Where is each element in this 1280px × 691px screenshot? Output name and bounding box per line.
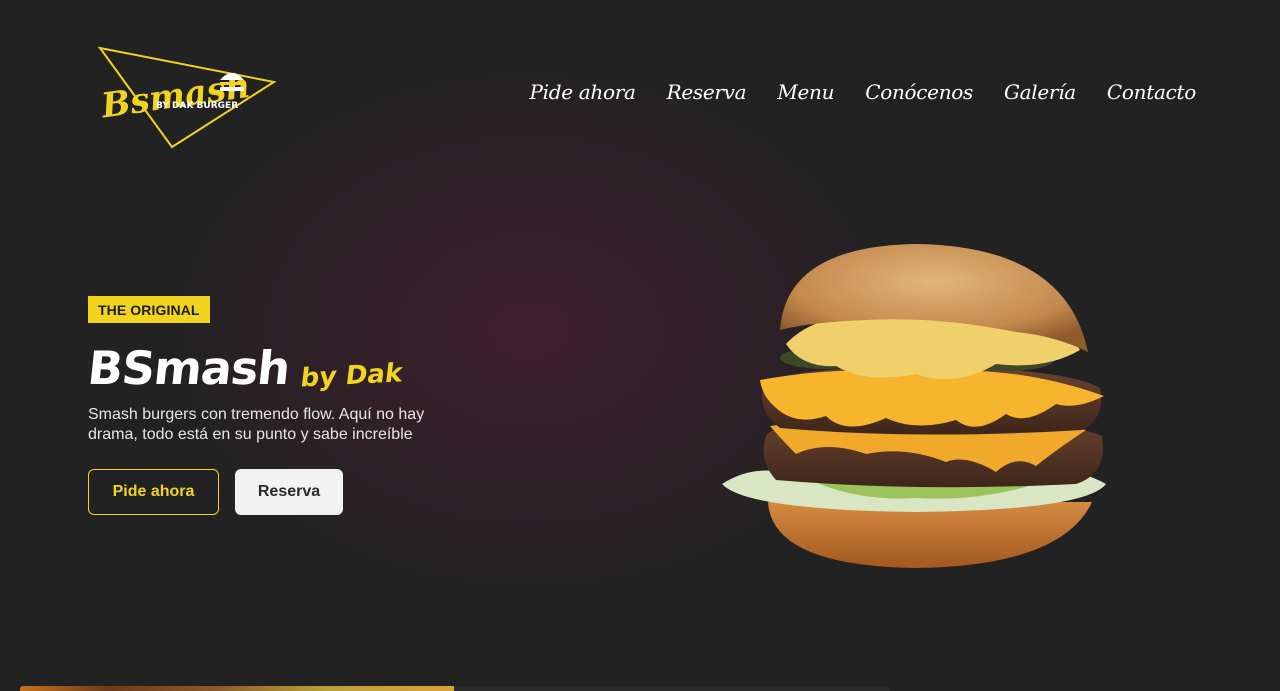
- order-now-button[interactable]: Pide ahora: [88, 469, 219, 515]
- brand-logo[interactable]: Bsmash BY DAK BURGER: [96, 44, 280, 152]
- hero-title-suffix: by Dak: [299, 358, 405, 394]
- nav-item-pide-ahora[interactable]: Pide ahora: [529, 80, 635, 104]
- nav-item-galeria[interactable]: Galería: [1004, 80, 1076, 104]
- nav-item-menu[interactable]: Menu: [777, 80, 834, 104]
- gallery-thumbnail[interactable]: [20, 686, 454, 691]
- hero-actions: Pide ahora Reserva: [88, 469, 508, 515]
- burger-photo: [716, 240, 1110, 572]
- main-nav: Pide ahora Reserva Menu Conócenos Galerí…: [529, 80, 1196, 104]
- nav-item-contacto[interactable]: Contacto: [1107, 80, 1196, 104]
- reserve-button[interactable]: Reserva: [235, 469, 343, 515]
- logo-subtext: BY DAK BURGER: [156, 101, 238, 111]
- gallery-strip: [20, 686, 890, 691]
- hero-title-main: BSmash: [85, 341, 293, 395]
- nav-item-conocenos[interactable]: Conócenos: [865, 80, 973, 104]
- hero-description: Smash burgers con tremendo flow. Aquí no…: [88, 406, 425, 443]
- hero-badge: THE ORIGINAL: [88, 296, 210, 323]
- site-header: Bsmash BY DAK BURGER Pide ahora Reserva …: [0, 0, 1280, 160]
- hero-title: BSmash by Dak: [85, 331, 508, 395]
- nav-item-reserva[interactable]: Reserva: [667, 80, 747, 104]
- logo-triangle-icon: Bsmash BY DAK BURGER: [97, 46, 277, 149]
- hero-section: THE ORIGINAL BSmash by Dak Smash burgers…: [85, 296, 508, 515]
